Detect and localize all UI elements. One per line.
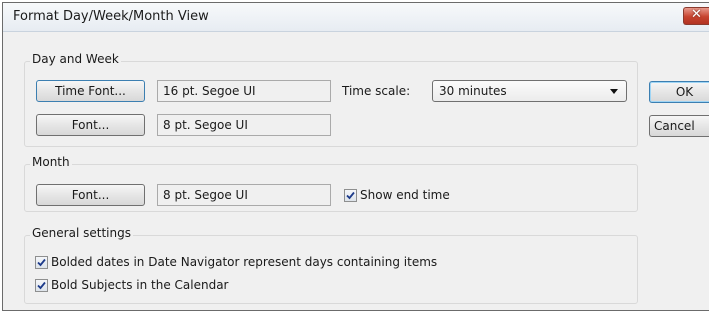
checkmark-icon <box>37 281 46 290</box>
general-settings-legend: General settings <box>30 226 133 240</box>
format-view-dialog: Format Day/Week/Month View ✕ Day and Wee… <box>2 2 709 311</box>
day-week-font-button[interactable]: Font... <box>36 114 145 136</box>
time-scale-select[interactable]: 30 minutes <box>432 80 627 102</box>
bold-subjects-label[interactable]: Bold Subjects in the Calendar <box>51 278 229 292</box>
month-font-button[interactable]: Font... <box>36 184 145 206</box>
bolded-dates-label[interactable]: Bolded dates in Date Navigator represent… <box>51 255 437 269</box>
time-scale-value: 30 minutes <box>439 84 507 98</box>
time-font-button[interactable]: Time Font... <box>36 80 145 102</box>
bold-subjects-checkbox[interactable] <box>35 279 48 292</box>
dialog-title: Format Day/Week/Month View <box>13 9 209 24</box>
cancel-button[interactable]: Cancel <box>649 115 709 137</box>
month-legend: Month <box>30 155 72 169</box>
ok-button[interactable]: OK <box>649 81 709 103</box>
day-week-font-value: 8 pt. Segoe UI <box>157 114 331 136</box>
time-scale-label: Time scale: <box>342 84 411 98</box>
bolded-dates-checkbox[interactable] <box>35 256 48 269</box>
month-font-value: 8 pt. Segoe UI <box>157 184 331 206</box>
close-icon: ✕ <box>691 7 702 22</box>
show-end-time-label[interactable]: Show end time <box>360 188 450 202</box>
checkmark-icon <box>37 258 46 267</box>
chevron-down-icon <box>610 89 618 94</box>
close-button[interactable]: ✕ <box>683 7 709 25</box>
general-settings-group <box>24 235 638 304</box>
checkmark-icon <box>346 191 355 200</box>
show-end-time-checkbox[interactable] <box>344 189 357 202</box>
title-bar: Format Day/Week/Month View ✕ <box>3 3 709 32</box>
day-week-legend: Day and Week <box>30 52 121 66</box>
time-font-value: 16 pt. Segoe UI <box>157 80 331 102</box>
